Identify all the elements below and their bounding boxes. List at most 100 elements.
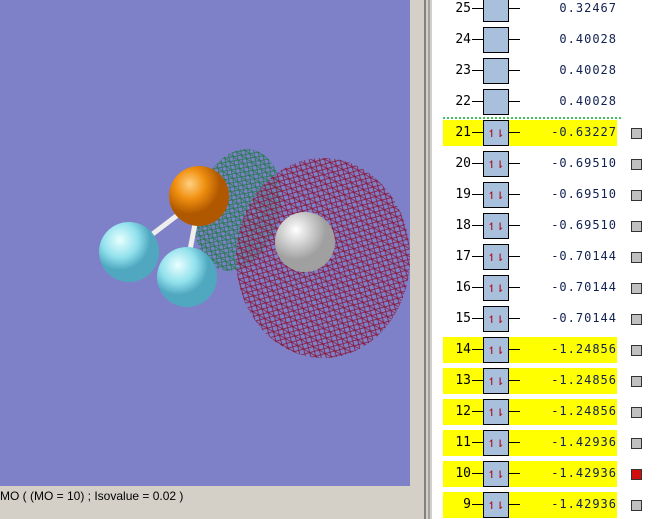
orbital-row[interactable]: 13 ↿⇂ -1.24856 <box>443 368 617 394</box>
orbital-select-checkbox[interactable] <box>631 407 642 418</box>
orbital-energy: -1.24856 <box>551 373 617 387</box>
orbital-select-checkbox[interactable] <box>631 221 642 232</box>
orbital-select-checkbox[interactable] <box>631 252 642 263</box>
orbital-row[interactable]: 12 ↿⇂ -1.24856 <box>443 399 617 425</box>
central-atom <box>169 166 229 226</box>
orbital-select-checkbox[interactable] <box>631 190 642 201</box>
orbital-box[interactable] <box>483 89 509 115</box>
orbital-select-checkbox[interactable] <box>631 314 642 325</box>
orbital-row[interactable]: 18 ↿⇂ -0.69510 <box>443 213 617 239</box>
orbital-energy: -1.24856 <box>551 404 617 418</box>
electron-pair-icon: ↿⇂ <box>487 466 505 482</box>
hydrogen-atom <box>157 247 217 307</box>
orbital-row[interactable]: 11 ↿⇂ -1.42936 <box>443 430 617 456</box>
orbital-select-checkbox[interactable] <box>631 438 642 449</box>
orbital-row[interactable]: 14 ↿⇂ -1.24856 <box>443 337 617 363</box>
orbital-box[interactable]: ↿⇂ <box>483 306 509 332</box>
electron-pair-icon: ↿⇂ <box>487 404 505 420</box>
status-bar-text: MO ( (MO = 10) ; Isovalue = 0.02 ) <box>0 489 184 503</box>
orbital-box[interactable]: ↿⇂ <box>483 399 509 425</box>
orbital-number: 10 <box>455 466 471 481</box>
electron-pair-icon: ↿⇂ <box>487 373 505 389</box>
orbital-row[interactable]: 21 ↿⇂ -0.63227 <box>443 120 617 146</box>
electron-pair-icon: ↿⇂ <box>487 435 505 451</box>
orbital-box[interactable] <box>483 58 509 84</box>
orbital-number: 22 <box>455 94 471 109</box>
orbital-energy: 0.40028 <box>559 32 617 46</box>
orbital-select-checkbox[interactable] <box>631 376 642 387</box>
orbital-box[interactable]: ↿⇂ <box>483 275 509 301</box>
electron-pair-icon: ↿⇂ <box>487 187 505 203</box>
orbital-number: 23 <box>455 63 471 78</box>
orbital-row[interactable]: 9 ↿⇂ -1.42936 <box>443 492 617 518</box>
orbital-box[interactable]: ↿⇂ <box>483 244 509 270</box>
orbital-energy: 0.40028 <box>559 63 617 77</box>
electron-pair-icon: ↿⇂ <box>487 156 505 172</box>
electron-pair-icon: ↿⇂ <box>487 342 505 358</box>
molecule-viewport[interactable] <box>0 0 410 486</box>
level-line <box>472 39 483 40</box>
orbital-box[interactable]: ↿⇂ <box>483 492 509 518</box>
orbital-energy: -0.69510 <box>551 156 617 170</box>
orbital-energy: -0.70144 <box>551 311 617 325</box>
orbital-select-checkbox[interactable] <box>631 345 642 356</box>
level-line <box>472 349 483 350</box>
electron-pair-icon: ↿⇂ <box>487 249 505 265</box>
level-line <box>472 8 483 9</box>
orbital-number: 11 <box>455 435 471 450</box>
level-line <box>472 225 483 226</box>
orbital-box[interactable]: ↿⇂ <box>483 182 509 208</box>
orbital-select-checkbox[interactable] <box>631 500 642 511</box>
orbital-energy: -1.24856 <box>551 342 617 356</box>
orbital-number: 9 <box>463 497 471 512</box>
level-line <box>472 287 483 288</box>
orbital-number: 24 <box>455 32 471 47</box>
orbital-select-checkbox[interactable] <box>631 283 642 294</box>
orbital-box[interactable]: ↿⇂ <box>483 151 509 177</box>
hydrogen-atom <box>275 212 335 272</box>
level-line <box>472 504 483 505</box>
orbital-box[interactable]: ↿⇂ <box>483 337 509 363</box>
homo-lumo-divider <box>443 117 621 119</box>
orbital-row[interactable]: 19 ↿⇂ -0.69510 <box>443 182 617 208</box>
orbital-energy: -0.69510 <box>551 218 617 232</box>
orbital-row[interactable]: 16 ↿⇂ -0.70144 <box>443 275 617 301</box>
orbital-select-checkbox[interactable] <box>631 469 642 480</box>
orbital-box[interactable] <box>483 27 509 53</box>
orbital-box[interactable]: ↿⇂ <box>483 120 509 146</box>
orbital-box[interactable]: ↿⇂ <box>483 430 509 456</box>
orbital-number: 25 <box>455 1 471 16</box>
orbital-row[interactable]: 20 ↿⇂ -0.69510 <box>443 151 617 177</box>
orbital-row[interactable]: 24 0.40028 <box>443 27 617 53</box>
orbital-row[interactable]: 22 0.40028 <box>443 89 617 115</box>
orbital-number: 12 <box>455 404 471 419</box>
orbital-number: 17 <box>455 249 471 264</box>
orbital-row[interactable]: 10 ↿⇂ -1.42936 <box>443 461 617 487</box>
orbital-select-checkbox[interactable] <box>631 128 642 139</box>
orbital-box[interactable] <box>483 0 509 22</box>
orbital-row[interactable]: 17 ↿⇂ -0.70144 <box>443 244 617 270</box>
level-line <box>472 163 483 164</box>
orbital-energy: -0.70144 <box>551 249 617 263</box>
orbital-box[interactable]: ↿⇂ <box>483 213 509 239</box>
electron-pair-icon: ↿⇂ <box>487 280 505 296</box>
level-line <box>472 101 483 102</box>
orbital-select-checkbox[interactable] <box>631 159 642 170</box>
splitter[interactable] <box>424 0 426 519</box>
orbital-row[interactable]: 25 0.32467 <box>443 0 617 22</box>
orbital-energy: -0.69510 <box>551 187 617 201</box>
orbital-box[interactable]: ↿⇂ <box>483 368 509 394</box>
orbital-energy: -1.42936 <box>551 466 617 480</box>
orbital-row[interactable]: 23 0.40028 <box>443 58 617 84</box>
level-line <box>472 256 483 257</box>
orbital-number: 19 <box>455 187 471 202</box>
level-line <box>472 442 483 443</box>
level-line <box>472 473 483 474</box>
orbital-row[interactable]: 15 ↿⇂ -0.70144 <box>443 306 617 332</box>
level-line <box>472 318 483 319</box>
orbital-box[interactable]: ↿⇂ <box>483 461 509 487</box>
orbital-energy: 0.40028 <box>559 94 617 108</box>
orbital-energy: -0.70144 <box>551 280 617 294</box>
hydrogen-atom <box>99 222 159 282</box>
orbital-energy: -0.63227 <box>551 125 617 139</box>
